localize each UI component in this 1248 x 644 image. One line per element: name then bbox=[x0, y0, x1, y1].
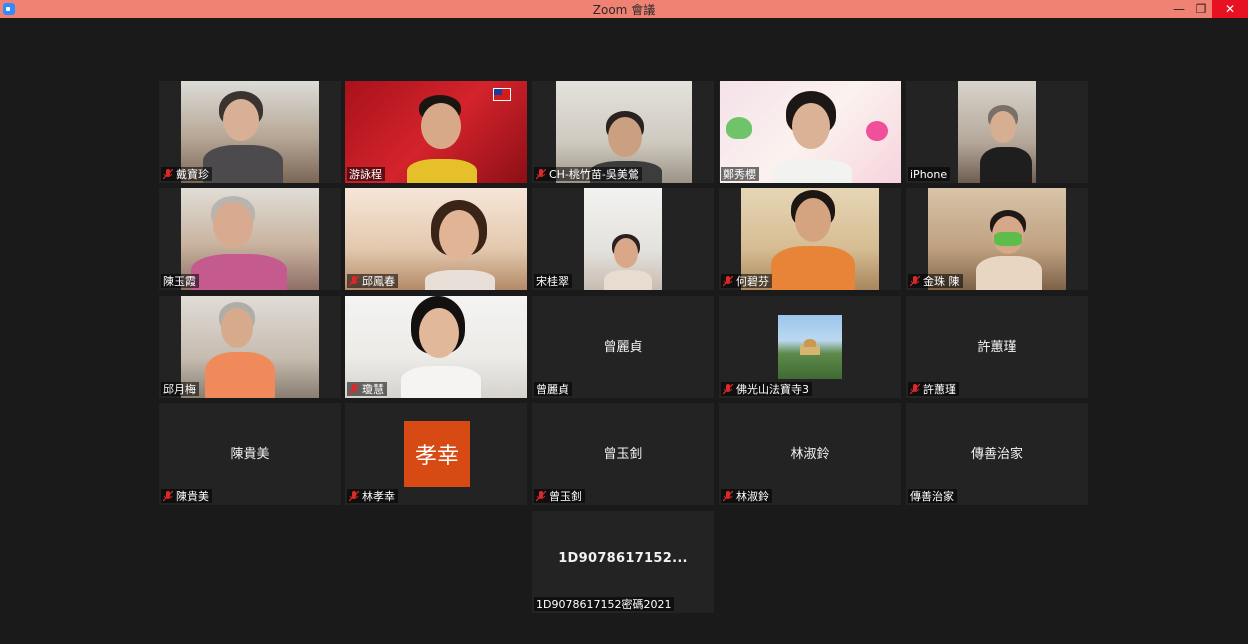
participant-tile[interactable]: 邱月梅 bbox=[159, 296, 341, 398]
participant-nameplate: 游詠程 bbox=[347, 167, 385, 181]
video-feed bbox=[958, 81, 1036, 183]
video-feed bbox=[181, 188, 319, 290]
participant-display-name: 傳善治家 bbox=[970, 447, 1023, 462]
participant-name: 戴寶珍 bbox=[176, 168, 209, 181]
participant-name: 鄭秀櫻 bbox=[723, 168, 756, 181]
participant-tile[interactable]: iPhone bbox=[906, 81, 1088, 183]
participant-name: iPhone bbox=[910, 167, 948, 181]
participant-name: 邱鳳春 bbox=[362, 275, 395, 288]
participant-nameplate: 瓊慧 bbox=[347, 382, 387, 396]
participant-nameplate: 邱鳳春 bbox=[347, 274, 398, 288]
participant-tile[interactable]: 陳貴美 陳貴美 bbox=[159, 403, 341, 505]
mic-muted-icon bbox=[349, 490, 359, 502]
participant-nameplate: iPhone bbox=[908, 167, 951, 181]
mic-muted-icon bbox=[910, 275, 920, 287]
participant-nameplate: 曾麗貞 bbox=[534, 382, 572, 396]
participant-nameplate: 林淑鈴 bbox=[721, 489, 772, 503]
mic-muted-icon bbox=[349, 275, 359, 287]
participant-tile[interactable]: 金珠 陳 bbox=[906, 188, 1088, 290]
participant-name: 1D9078617152密碼2021 bbox=[536, 598, 672, 611]
participant-name: 瓊慧 bbox=[362, 383, 384, 396]
participant-name: 邱月梅 bbox=[163, 383, 196, 396]
participant-tile-active-speaker[interactable]: 游詠程 bbox=[345, 81, 527, 183]
participant-name: 游詠程 bbox=[349, 168, 382, 181]
participant-nameplate: 邱月梅 bbox=[161, 382, 199, 396]
mic-muted-icon bbox=[536, 490, 546, 502]
participant-tile[interactable]: 鄭秀櫻 bbox=[719, 81, 901, 183]
participant-nameplate: 曾玉釗 bbox=[534, 489, 585, 503]
participant-nameplate: 戴寶珍 bbox=[161, 167, 212, 181]
participant-name: 宋桂翠 bbox=[536, 275, 569, 288]
participant-display-name: 許蕙瑾 bbox=[977, 340, 1017, 355]
participant-nameplate: 許蕙瑾 bbox=[908, 382, 959, 396]
participant-name: 陳玉霞 bbox=[163, 275, 196, 288]
participant-nameplate: 鄭秀櫻 bbox=[721, 167, 759, 181]
participant-nameplate: 陳貴美 bbox=[161, 489, 212, 503]
participant-tile[interactable]: 林淑鈴 林淑鈴 bbox=[719, 403, 901, 505]
mic-muted-icon bbox=[163, 168, 173, 180]
participant-name: 何碧芬 bbox=[736, 275, 769, 288]
participant-tile[interactable]: 曾玉釗 曾玉釗 bbox=[532, 403, 714, 505]
mic-muted-icon bbox=[536, 168, 546, 180]
participant-nameplate: 林孝幸 bbox=[347, 489, 398, 503]
participant-name: 林淑鈴 bbox=[736, 490, 769, 503]
participant-tile[interactable]: 戴寶珍 bbox=[159, 81, 341, 183]
window-titlebar: Zoom 會議 — ❐ ✕ bbox=[0, 0, 1248, 18]
participant-name: 曾玉釗 bbox=[549, 490, 582, 503]
participant-display-name: 1D9078617152... bbox=[558, 551, 688, 566]
participant-nameplate: 傳善治家 bbox=[908, 489, 957, 503]
close-button[interactable]: ✕ bbox=[1212, 0, 1248, 18]
participant-name: 金珠 陳 bbox=[923, 275, 960, 288]
participant-nameplate: 佛光山法寶寺3 bbox=[721, 382, 812, 396]
minimize-button[interactable]: — bbox=[1168, 0, 1190, 18]
participant-tile[interactable]: 傳善治家 傳善治家 bbox=[906, 403, 1088, 505]
participant-name: 陳貴美 bbox=[176, 490, 209, 503]
participant-nameplate: 1D9078617152密碼2021 bbox=[534, 597, 675, 611]
mic-muted-icon bbox=[723, 383, 733, 395]
participant-tile[interactable]: 佛光山法寶寺3 bbox=[719, 296, 901, 398]
participant-name: 許蕙瑾 bbox=[923, 383, 956, 396]
participant-tile[interactable]: 宋桂翠 bbox=[532, 188, 714, 290]
participant-tile[interactable]: 瓊慧 bbox=[345, 296, 527, 398]
mic-muted-icon bbox=[723, 275, 733, 287]
participant-name: 佛光山法寶寺3 bbox=[736, 383, 809, 396]
participant-tile[interactable]: 1D9078617152... 1D9078617152密碼2021 bbox=[532, 511, 714, 613]
participant-tile[interactable]: 許蕙瑾 許蕙瑾 bbox=[906, 296, 1088, 398]
participant-tile[interactable]: 陳玉霞 bbox=[159, 188, 341, 290]
profile-picture bbox=[778, 315, 842, 379]
participant-nameplate: CH-桃竹苗-吳美鶯 bbox=[534, 167, 642, 181]
participant-name: 曾麗貞 bbox=[536, 383, 569, 396]
participant-tile[interactable]: 何碧芬 bbox=[719, 188, 901, 290]
participant-name: CH-桃竹苗-吳美鶯 bbox=[549, 168, 639, 181]
window-title: Zoom 會議 bbox=[592, 2, 656, 17]
participant-tile[interactable]: 曾麗貞 曾麗貞 bbox=[532, 296, 714, 398]
participant-name: 傳善治家 bbox=[910, 490, 954, 503]
maximize-button[interactable]: ❐ bbox=[1190, 0, 1212, 18]
participant-display-name: 曾麗貞 bbox=[603, 340, 643, 355]
participant-name: 林孝幸 bbox=[362, 490, 395, 503]
mic-muted-icon bbox=[349, 383, 359, 395]
video-feed bbox=[181, 296, 319, 398]
gallery-view: 戴寶珍 游詠程 CH-桃竹苗-吳美鶯 鄭秀櫻 iPhone 陳玉霞 邱鳳春 宋桂… bbox=[0, 18, 1248, 644]
participant-nameplate: 金珠 陳 bbox=[908, 274, 963, 288]
mic-muted-icon bbox=[163, 490, 173, 502]
flag-icon bbox=[493, 88, 511, 101]
mic-muted-icon bbox=[723, 490, 733, 502]
participant-nameplate: 何碧芬 bbox=[721, 274, 772, 288]
participant-nameplate: 宋桂翠 bbox=[534, 274, 572, 288]
participant-tile[interactable]: 邱鳳春 bbox=[345, 188, 527, 290]
participant-nameplate: 陳玉霞 bbox=[161, 274, 199, 288]
participant-tile[interactable]: 孝幸 林孝幸 bbox=[345, 403, 527, 505]
mic-muted-icon bbox=[910, 383, 920, 395]
participant-display-name: 林淑鈴 bbox=[790, 447, 830, 462]
profile-avatar: 孝幸 bbox=[404, 421, 470, 487]
zoom-app-icon bbox=[3, 3, 15, 15]
participant-display-name: 曾玉釗 bbox=[603, 447, 643, 462]
video-feed bbox=[584, 188, 662, 290]
participant-display-name: 陳貴美 bbox=[230, 447, 270, 462]
participant-tile[interactable]: CH-桃竹苗-吳美鶯 bbox=[532, 81, 714, 183]
